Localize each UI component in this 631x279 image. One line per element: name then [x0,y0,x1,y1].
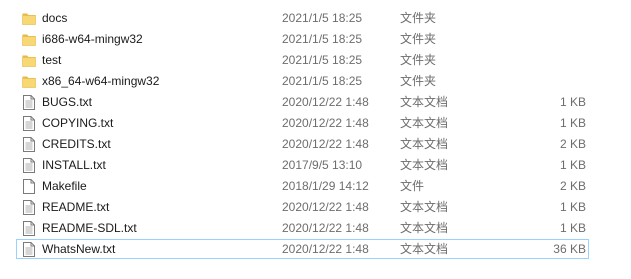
file-size: 2 KB [559,179,586,193]
file-type: 文件 [400,179,425,193]
file-name: README-SDL.txt [42,221,137,235]
text-file-icon [22,242,36,257]
file-modified-date: 2020/12/22 1:48 [282,242,369,256]
file-type: 文本文档 [400,116,449,130]
file-name: test [42,53,62,67]
file-name: Makefile [42,179,87,193]
folder-icon [22,74,36,89]
file-modified-date: 2017/9/5 13:10 [282,158,363,172]
file-row[interactable]: COPYING.txt 2020/12/22 1:48 文本文档 1 KB [0,113,631,134]
text-file-icon [22,116,36,131]
file-size: 1 KB [559,200,586,214]
text-file-icon [22,158,36,173]
text-file-icon [22,200,36,215]
folder-icon [22,53,36,68]
text-file-icon [22,95,36,110]
file-row[interactable]: README.txt 2020/12/22 1:48 文本文档 1 KB [0,197,631,218]
file-row[interactable]: docs 2021/1/5 18:25 文件夹 [0,8,631,29]
file-type: 文本文档 [400,95,449,109]
file-row[interactable]: BUGS.txt 2020/12/22 1:48 文本文档 1 KB [0,92,631,113]
file-row[interactable]: WhatsNew.txt 2020/12/22 1:48 文本文档 36 KB [0,239,631,260]
file-name: i686-w64-mingw32 [42,32,143,46]
file-name: docs [42,11,68,25]
file-type: 文件夹 [400,11,437,25]
folder-icon [22,11,36,26]
file-type: 文本文档 [400,200,449,214]
text-file-icon [22,221,36,236]
text-file-icon [22,137,36,152]
file-modified-date: 2020/12/22 1:48 [282,137,369,151]
file-size: 2 KB [559,137,586,151]
file-modified-date: 2020/12/22 1:48 [282,116,369,130]
file-row[interactable]: Makefile 2018/1/29 14:12 文件 2 KB [0,176,631,197]
blank-file-icon [22,179,36,194]
file-row[interactable]: CREDITS.txt 2020/12/22 1:48 文本文档 2 KB [0,134,631,155]
file-row[interactable]: test 2021/1/5 18:25 文件夹 [0,50,631,71]
file-size: 1 KB [559,158,586,172]
file-size: 1 KB [559,95,586,109]
file-name: x86_64-w64-mingw32 [42,74,160,88]
file-name: COPYING.txt [42,116,114,130]
file-name: WhatsNew.txt [42,242,116,256]
file-type: 文本文档 [400,242,449,256]
file-modified-date: 2020/12/22 1:48 [282,200,369,214]
file-modified-date: 2020/12/22 1:48 [282,95,369,109]
file-modified-date: 2021/1/5 18:25 [282,74,363,88]
file-modified-date: 2021/1/5 18:25 [282,11,363,25]
file-name: INSTALL.txt [42,158,106,172]
file-size: 1 KB [559,221,586,235]
file-row[interactable]: INSTALL.txt 2017/9/5 13:10 文本文档 1 KB [0,155,631,176]
file-size: 36 KB [553,242,586,256]
file-type: 文本文档 [400,221,449,235]
file-type: 文本文档 [400,137,449,151]
file-modified-date: 2020/12/22 1:48 [282,221,369,235]
file-type: 文件夹 [400,74,437,88]
file-list: docs 2021/1/5 18:25 文件夹 i686-w64-mingw32 202… [0,0,631,279]
file-name: BUGS.txt [42,95,93,109]
file-row[interactable]: x86_64-w64-mingw32 2021/1/5 18:25 文件夹 [0,71,631,92]
folder-icon [22,32,36,47]
file-modified-date: 2018/1/29 14:12 [282,179,369,193]
file-row[interactable]: README-SDL.txt 2020/12/22 1:48 文本文档 1 KB [0,218,631,239]
file-size: 1 KB [559,116,586,130]
file-type: 文本文档 [400,158,449,172]
file-modified-date: 2021/1/5 18:25 [282,53,363,67]
file-name: CREDITS.txt [42,137,111,151]
file-name: README.txt [42,200,110,214]
file-type: 文件夹 [400,32,437,46]
file-modified-date: 2021/1/5 18:25 [282,32,363,46]
file-type: 文件夹 [400,53,437,67]
file-row[interactable]: i686-w64-mingw32 2021/1/5 18:25 文件夹 [0,29,631,50]
